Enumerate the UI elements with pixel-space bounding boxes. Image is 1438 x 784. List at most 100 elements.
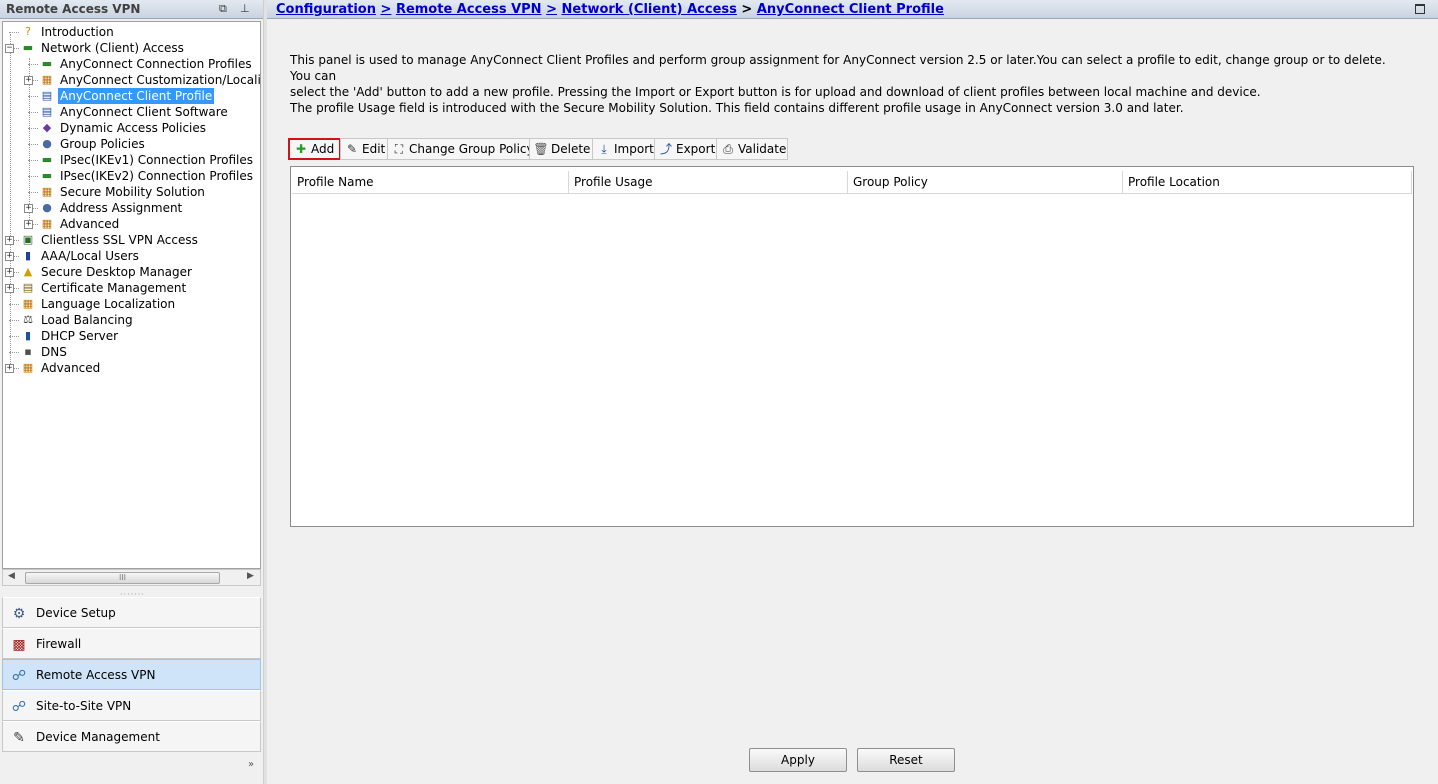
scroll-left-icon[interactable]: ◀ — [8, 571, 15, 581]
vertical-splitter[interactable] — [263, 0, 267, 784]
tree-item-network-client-access[interactable]: − ▬ Network (Client) Access — [3, 40, 260, 56]
expand-icon[interactable]: + — [24, 220, 33, 229]
column-header[interactable]: Profile Name — [292, 171, 569, 194]
group-policy-icon: ● — [42, 137, 52, 150]
tree-item-group-policies[interactable]: ● Group Policies — [3, 136, 260, 152]
tree-item-anyconnect-client-software[interactable]: ▤ AnyConnect Client Software — [3, 104, 260, 120]
tree-item-anyconnect-connection-profiles[interactable]: ▬ AnyConnect Connection Profiles — [3, 56, 260, 72]
tree-item-secure-mobility-solution[interactable]: ▦ Secure Mobility Solution — [3, 184, 260, 200]
tree-item-label: Certificate Management — [41, 281, 187, 295]
delete-button[interactable]: 🗑 Delete — [529, 138, 593, 160]
firewall-icon: ▩ — [12, 637, 26, 653]
tree-connector-line — [9, 304, 19, 305]
apply-button[interactable]: Apply — [749, 748, 847, 772]
tree-item-anyconnect-client-profile[interactable]: ▤ AnyConnect Client Profile — [3, 88, 260, 104]
breadcrumb-configuration[interactable]: Configuration — [276, 2, 376, 17]
toolbar-button-label: Delete — [551, 142, 591, 156]
panel-description: This panel is used to manage AnyConnect … — [290, 52, 1410, 116]
expand-icon[interactable]: + — [5, 268, 14, 277]
change-group-policy-button[interactable]: ⛶ Change Group Policy — [387, 138, 534, 160]
toolbar-button-label: Add — [311, 142, 335, 156]
tree-item-label: Introduction — [41, 25, 114, 39]
tree-item-load-balancing[interactable]: ⚖ Load Balancing — [3, 312, 260, 328]
expand-icon[interactable]: + — [5, 284, 14, 293]
client-profiles-table[interactable]: Profile Name Profile Usage Group Policy Pro… — [290, 166, 1414, 527]
nav-site-to-site-vpn[interactable]: ☍ Site-to-Site VPN — [2, 690, 261, 721]
tree-item-label: Secure Mobility Solution — [60, 185, 205, 199]
tree-item-dns[interactable]: ▪ DNS — [3, 344, 260, 360]
import-button[interactable]: ⤓ Import — [592, 138, 655, 160]
nav-remote-access-vpn[interactable]: ☍ Remote Access VPN — [2, 659, 261, 690]
tree-horizontal-scrollbar[interactable]: ◀ III ▶ — [2, 569, 261, 586]
toolbar-button-label: Export — [676, 142, 716, 156]
tree-item-label: AAA/Local Users — [41, 249, 139, 263]
left-panel-title: Remote Access VPN — [6, 2, 141, 16]
tree-item-anyconnect-customization[interactable]: + ▦ AnyConnect Customization/Localiza — [3, 72, 260, 88]
expand-icon[interactable]: + — [24, 76, 33, 85]
tree-connector-line — [28, 64, 38, 65]
language-icon: ▦ — [22, 297, 34, 310]
column-header[interactable]: Profile Location — [1123, 171, 1412, 194]
expand-icon[interactable]: + — [5, 236, 14, 245]
maximize-icon[interactable] — [1415, 4, 1425, 14]
toolbar-button-label: Edit — [362, 142, 386, 156]
add-button[interactable]: ✚ Add — [288, 138, 341, 160]
tree-item-label: Address Assignment — [60, 201, 183, 215]
nav-device-management[interactable]: ✎ Device Management — [2, 721, 261, 752]
tree-item-certificate-management[interactable]: + ▤ Certificate Management — [3, 280, 260, 296]
customization-icon: ▦ — [41, 73, 53, 86]
breadcrumb-network-client-access[interactable]: Network (Client) Access — [562, 2, 737, 17]
tree-item-advanced-network[interactable]: + ▦ Advanced — [3, 216, 260, 232]
validate-button[interactable]: ⎙ Validate — [716, 138, 788, 160]
breadcrumb-remote-access-vpn[interactable]: Remote Access VPN — [396, 2, 542, 17]
expand-icon[interactable]: + — [5, 364, 14, 373]
tree-item-introduction[interactable]: ? Introduction — [3, 24, 260, 40]
tree-item-secure-desktop-manager[interactable]: + ▲ Secure Desktop Manager — [3, 264, 260, 280]
column-header[interactable]: Profile Usage — [569, 171, 848, 194]
column-header[interactable]: Group Policy — [848, 171, 1123, 194]
collapse-icon[interactable]: − — [5, 44, 14, 53]
tree-item-clientless-ssl-vpn[interactable]: + ▣ Clientless SSL VPN Access — [3, 232, 260, 248]
add-icon: ✚ — [295, 142, 307, 156]
tree-item-ipsec-ikev1[interactable]: ▬ IPsec(IKEv1) Connection Profiles — [3, 152, 260, 168]
pin-icon[interactable]: ⊥ — [240, 2, 250, 15]
tree-item-address-assignment[interactable]: + ● Address Assignment — [3, 200, 260, 216]
export-button[interactable]: ⤴ Export — [654, 138, 717, 160]
toolbar-button-label: Validate — [738, 142, 787, 156]
tree-item-dynamic-access-policies[interactable]: ◆ Dynamic Access Policies — [3, 120, 260, 136]
tree-item-language-localization[interactable]: ▦ Language Localization — [3, 296, 260, 312]
tree-item-label: Clientless SSL VPN Access — [41, 233, 198, 247]
client-profile-icon: ▤ — [41, 89, 53, 102]
tree-item-label: Secure Desktop Manager — [41, 265, 192, 279]
site-to-site-vpn-icon: ☍ — [11, 699, 27, 715]
client-software-icon: ▤ — [41, 105, 53, 118]
reset-button[interactable]: Reset — [857, 748, 955, 772]
left-panel-header: Remote Access VPN ⧉ ⊥ — [0, 0, 263, 19]
scrollbar-thumb[interactable]: III — [25, 572, 220, 584]
expand-icon[interactable]: + — [5, 252, 14, 261]
tree-connector-line — [28, 96, 38, 97]
restore-icon[interactable]: ⧉ — [219, 2, 227, 16]
breadcrumb: Configuration > Remote Access VPN > Netw… — [267, 0, 1438, 19]
load-balancing-icon: ⚖ — [23, 313, 33, 326]
tree-item-label: AnyConnect Connection Profiles — [60, 57, 252, 71]
edit-button[interactable]: ✎ Edit — [340, 138, 388, 160]
toolbar-button-label: Change Group Policy — [409, 142, 534, 156]
expand-icon[interactable]: + — [24, 204, 33, 213]
scroll-right-icon[interactable]: ▶ — [247, 571, 254, 581]
dns-icon: ▪ — [24, 345, 32, 358]
nav-device-setup[interactable]: ⚙ Device Setup — [2, 597, 261, 628]
nav-button-label: Device Setup — [36, 606, 116, 620]
breadcrumb-separator: > — [741, 2, 753, 17]
tree-item-dhcp-server[interactable]: ▮ DHCP Server — [3, 328, 260, 344]
tree-item-ipsec-ikev2[interactable]: ▬ IPsec(IKEv2) Connection Profiles — [3, 168, 260, 184]
nav-firewall[interactable]: ▩ Firewall — [2, 628, 261, 659]
description-line: This panel is used to manage AnyConnect … — [290, 53, 1386, 83]
tree-item-aaa-local-users[interactable]: + ▮ AAA/Local Users — [3, 248, 260, 264]
more-options-icon[interactable]: » — [248, 759, 254, 770]
dhcp-server-icon: ▮ — [24, 329, 32, 342]
breadcrumb-anyconnect-client-profile[interactable]: AnyConnect Client Profile — [757, 2, 944, 17]
aaa-users-icon: ▮ — [24, 249, 32, 262]
help-icon: ? — [25, 25, 31, 38]
tree-item-advanced[interactable]: + ▦ Advanced — [3, 360, 260, 376]
